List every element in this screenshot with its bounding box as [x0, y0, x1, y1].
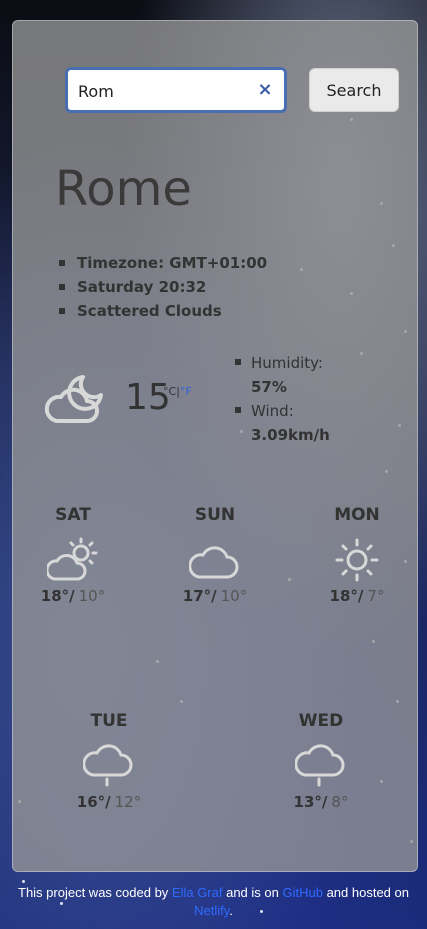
forecast-temps: 17°/10° — [165, 587, 265, 605]
footer-text: and hosted on — [322, 885, 409, 900]
city-name: Rome — [55, 161, 192, 217]
wind-value: 3.09km/h — [251, 426, 330, 444]
wind-label: Wind: — [251, 402, 294, 420]
github-link[interactable]: GitHub — [282, 885, 322, 900]
forecast-temps: 18°/7° — [307, 587, 407, 605]
forecast-temps: 16°/12° — [59, 793, 159, 811]
forecast-high: 16°/ — [76, 793, 111, 811]
day-time-item: Saturday 20:32 — [57, 275, 267, 299]
forecast-low: 10° — [78, 587, 106, 605]
forecast-high: 18°/ — [329, 587, 364, 605]
cloud-drizzle-icon — [83, 744, 133, 787]
forecast-day-name: TUE — [90, 711, 128, 731]
unit-fahrenheit[interactable]: °F — [180, 385, 192, 398]
timezone-item: Timezone: GMT+01:00 — [57, 251, 267, 275]
info-list: Timezone: GMT+01:00 Saturday 20:32 Scatt… — [57, 251, 267, 323]
author-link[interactable]: Ella Graf — [172, 885, 223, 900]
description-item: Scattered Clouds — [57, 299, 267, 323]
humidity-label: Humidity: — [251, 354, 323, 372]
forecast-low: 8° — [331, 793, 349, 811]
forecast-high: 17°/ — [182, 587, 217, 605]
forecast-day-name: SUN — [194, 505, 236, 525]
search-button[interactable]: Search — [309, 68, 399, 112]
humidity-value: 57% — [251, 378, 287, 396]
humidity-item: Humidity: 57% — [233, 351, 330, 399]
wind-item: Wind: 3.09km/h — [233, 399, 330, 447]
forecast-day-name: MON — [334, 505, 380, 525]
forecast-day-name: SAT — [55, 505, 91, 525]
forecast-high: 13°/ — [293, 793, 328, 811]
cloud-drizzle-icon — [295, 744, 345, 787]
forecast-low: 12° — [114, 793, 142, 811]
footer-text: and is on — [222, 885, 283, 900]
forecast-temps: 13°/8° — [271, 793, 371, 811]
forecast-day-sun: SUN 17°/10° — [165, 505, 265, 605]
footer-text: . — [229, 903, 233, 918]
sun-icon — [335, 538, 379, 582]
search-input[interactable] — [78, 80, 248, 102]
forecast-low: 10° — [220, 587, 248, 605]
footer-text: This project was coded by — [18, 885, 172, 900]
cloud-moon-icon — [44, 375, 103, 423]
cloud-sun-icon — [47, 537, 98, 581]
search-form: × Search — [65, 67, 399, 113]
forecast-high: 18°/ — [40, 587, 75, 605]
netlify-link[interactable]: Netlify — [194, 903, 229, 918]
search-input-wrapper: × — [65, 67, 287, 113]
forecast-day-mon: MON 18°/7° — [307, 505, 407, 605]
weather-details: Humidity: 57% Wind: 3.09km/h — [233, 351, 330, 447]
clear-icon[interactable]: × — [256, 81, 274, 99]
forecast-temps: 18°/10° — [23, 587, 123, 605]
forecast-low: 7° — [367, 587, 385, 605]
unit-switch: °C|°F — [163, 385, 192, 398]
forecast-day-name: WED — [298, 711, 344, 731]
cloud-icon — [189, 546, 239, 579]
footer: This project was coded by Ella Graf and … — [0, 884, 427, 920]
unit-celsius[interactable]: °C — [163, 385, 176, 398]
weather-card: × Search Rome Timezone: GMT+01:00 Saturd… — [12, 20, 418, 872]
forecast-day-wed: WED 13°/8° — [271, 711, 371, 811]
forecast-day-sat: SAT 18°/10° — [23, 505, 123, 605]
forecast-day-tue: TUE 16°/12° — [59, 711, 159, 811]
